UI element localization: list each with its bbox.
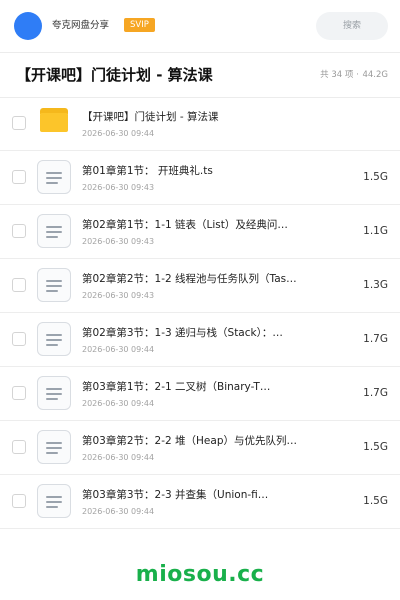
top-header: 夸克网盘分享 SVIP 搜索	[0, 0, 400, 52]
select-checkbox[interactable]	[12, 170, 26, 184]
avatar[interactable]	[14, 12, 42, 40]
file-size: 1.5G	[363, 495, 388, 507]
file-date: 2026-06-30 09:43	[82, 183, 155, 192]
select-checkbox[interactable]	[12, 224, 26, 238]
file-icon	[37, 430, 71, 464]
list-item[interactable]: 第02章第2节：1-2 线程池与任务队列（Tas… 2026-06-30 09:4…	[0, 259, 400, 313]
select-checkbox[interactable]	[12, 440, 26, 454]
file-name: 第02章第1节：1-1 链表（List）及经典问…	[82, 219, 288, 231]
file-name: 第03章第3节：2-3 并查集（Union-fi…	[82, 489, 269, 501]
select-checkbox[interactable]	[12, 332, 26, 346]
file-name: 第03章第1节：2-1 二叉树（Binary-T…	[82, 381, 271, 393]
file-icon	[37, 268, 71, 302]
file-icon	[37, 214, 71, 248]
file-size: 1.1G	[363, 225, 388, 237]
file-name: 【开课吧】门徒计划 - 算法课	[82, 111, 219, 123]
search-placeholder: 搜索	[342, 21, 361, 31]
file-name: 第01章第1节： 开班典礼.ts	[82, 165, 213, 177]
list-item[interactable]: 第02章第3节：1-3 递归与栈（Stack）：… 2026-06-30 09:4…	[0, 313, 400, 367]
file-name: 第02章第3节：1-3 递归与栈（Stack）：…	[82, 327, 283, 339]
list-item[interactable]: 【开课吧】门徒计划 - 算法课 2026-06-30 09:44	[0, 97, 400, 151]
file-size: 1.5G	[363, 171, 388, 183]
watermark-text: miosou.cc	[135, 562, 265, 587]
file-size: 1.7G	[363, 333, 388, 345]
file-icon	[37, 160, 71, 194]
page-title: 【开课吧】门徒计划 - 算法课	[16, 66, 213, 84]
select-checkbox[interactable]	[12, 278, 26, 292]
folder-summary: 共 34 项 · 44.2G	[320, 70, 388, 80]
file-size: 1.5G	[363, 441, 388, 453]
file-date: 2026-06-30 09:43	[82, 237, 155, 246]
list-item[interactable]: 第02章第1节：1-1 链表（List）及经典问… 2026-06-30 09:4…	[0, 205, 400, 259]
select-checkbox[interactable]	[12, 386, 26, 400]
select-checkbox[interactable]	[12, 116, 26, 130]
list-item[interactable]: 第03章第3节：2-3 并查集（Union-fi… 2026-06-30 09:4…	[0, 475, 400, 529]
list-item[interactable]: 第03章第1节：2-1 二叉树（Binary-T… 2026-06-30 09:4…	[0, 367, 400, 421]
file-name: 第02章第2节：1-2 线程池与任务队列（Tas…	[82, 273, 297, 285]
total-size: 44.2G	[362, 70, 388, 80]
list-item[interactable]: 第01章第1节： 开班典礼.ts 2026-06-30 09:43 1.5G	[0, 151, 400, 205]
file-list: 【开课吧】门徒计划 - 算法课 2026-06-30 09:44 第01章第1节： …	[0, 97, 400, 529]
file-icon	[37, 376, 71, 410]
file-date: 2026-06-30 09:44	[82, 129, 155, 138]
folder-title-bar: 【开课吧】门徒计划 - 算法课 共 34 项 · 44.2G	[0, 53, 400, 97]
list-item[interactable]: 第03章第2节：2-2 堆（Heap）与优先队列… 2026-06-30 09:4…	[0, 421, 400, 475]
select-checkbox[interactable]	[12, 494, 26, 508]
file-date: 2026-06-30 09:44	[82, 345, 155, 354]
svip-badge: SVIP	[124, 18, 155, 32]
file-date: 2026-06-30 09:44	[82, 453, 155, 462]
item-count: 共 34 项	[320, 70, 354, 80]
file-date: 2026-06-30 09:43	[82, 291, 155, 300]
file-date: 2026-06-30 09:44	[82, 507, 155, 516]
folder-icon	[40, 108, 68, 132]
file-size: 1.7G	[363, 387, 388, 399]
search-input[interactable]: 搜索	[316, 12, 388, 40]
file-size: 1.3G	[363, 279, 388, 291]
app-name: 夸克网盘分享	[52, 20, 110, 31]
file-name: 第03章第2节：2-2 堆（Heap）与优先队列…	[82, 435, 297, 447]
file-icon	[37, 322, 71, 356]
file-date: 2026-06-30 09:44	[82, 399, 155, 408]
file-icon	[37, 484, 71, 518]
